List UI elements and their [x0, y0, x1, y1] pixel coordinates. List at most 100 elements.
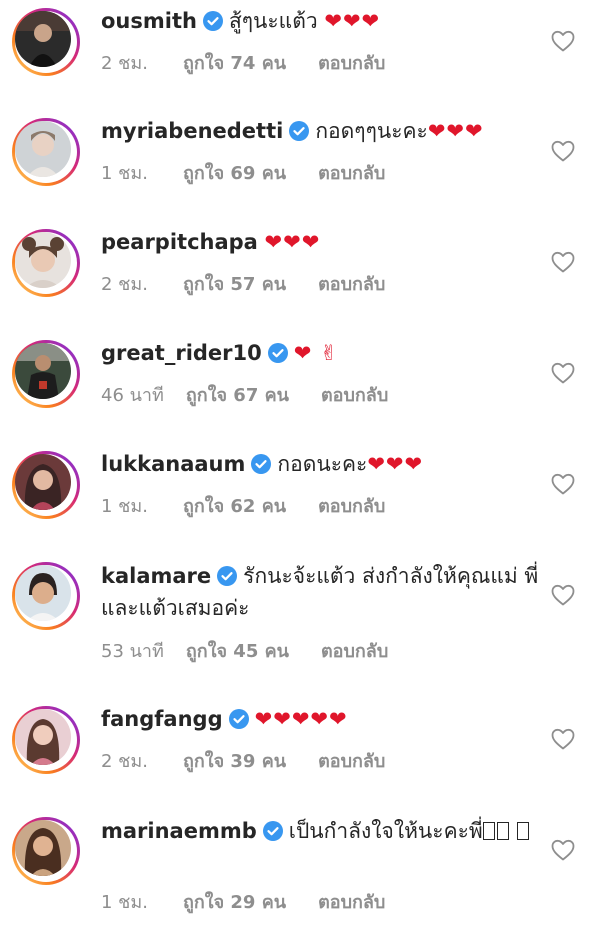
- avatar[interactable]: [15, 11, 71, 67]
- username[interactable]: myriabenedetti: [101, 119, 283, 143]
- story-ring[interactable]: [12, 706, 80, 774]
- story-ring[interactable]: [12, 817, 80, 885]
- heart-emoji: ❤❤❤: [367, 452, 424, 476]
- comment-line: kalamare รักนะจ้ะแต้ว ส่งกำลังให้คุณแม่ พ…: [101, 560, 541, 624]
- comment-line: great_rider10 ❤ ✌: [101, 338, 541, 368]
- heart-outline-icon[interactable]: [551, 728, 575, 750]
- like-count[interactable]: ถูกใจ 39 คน: [183, 746, 286, 775]
- story-ring[interactable]: [12, 8, 80, 76]
- reply-button[interactable]: ตอบกลับ: [318, 491, 385, 520]
- verified-badge-icon: [251, 454, 272, 474]
- like-count[interactable]: ถูกใจ 45 คน: [186, 636, 289, 665]
- reply-button[interactable]: ตอบกลับ: [318, 746, 385, 775]
- username[interactable]: kalamare: [101, 564, 211, 588]
- heart-outline-icon[interactable]: [551, 473, 575, 495]
- like-count[interactable]: ถูกใจ 57 คน: [183, 269, 286, 298]
- story-ring[interactable]: [12, 118, 80, 186]
- comment-line: pearpitchapa ❤❤❤: [101, 227, 541, 257]
- comment-item: pearpitchapa ❤❤❤ 2 ชม. ถูกใจ 57 คน ตอบกลับ: [0, 225, 600, 321]
- story-ring[interactable]: [12, 340, 80, 408]
- verified-badge-icon: [289, 121, 310, 141]
- comment-line: ousmith สู้ๆนะแต้ว ❤❤❤: [101, 6, 541, 36]
- heart-emoji: ❤❤❤: [427, 119, 484, 143]
- timestamp: 1 ชม.: [101, 163, 148, 184]
- comment-meta: 1 ชม. ถูกใจ 69 คน ตอบกลับ: [101, 158, 561, 187]
- verified-badge-icon: [262, 821, 283, 841]
- missing-glyph-icon: [517, 822, 530, 840]
- heart-outline-icon[interactable]: [551, 584, 575, 606]
- timestamp: 53 นาที: [101, 641, 164, 662]
- comment-line: lukkanaaum กอดนะคะ❤❤❤: [101, 449, 541, 479]
- username[interactable]: great_rider10: [101, 341, 262, 365]
- avatar[interactable]: [15, 121, 71, 177]
- reply-button[interactable]: ตอบกลับ: [321, 636, 388, 665]
- avatar[interactable]: [15, 565, 71, 621]
- timestamp: 2 ชม.: [101, 274, 148, 295]
- username[interactable]: lukkanaaum: [101, 452, 245, 476]
- reply-button[interactable]: ตอบกลับ: [318, 48, 385, 77]
- comment-text: กอดๆๆนะคะ: [315, 119, 428, 143]
- reply-button[interactable]: ตอบกลับ: [318, 269, 385, 298]
- verified-badge-icon: [228, 709, 249, 729]
- like-count[interactable]: ถูกใจ 74 คน: [183, 48, 286, 77]
- heart-outline-icon[interactable]: [551, 251, 575, 273]
- username[interactable]: marinaemmb: [101, 819, 257, 843]
- comment-meta: 2 ชม. ถูกใจ 74 คน ตอบกลับ: [101, 48, 561, 77]
- like-count[interactable]: ถูกใจ 62 คน: [183, 491, 286, 520]
- heart-outline-icon[interactable]: [551, 30, 575, 52]
- comment-item: myriabenedetti กอดๆๆนะคะ❤❤❤ 1 ชม. ถูกใจ 69…: [0, 114, 600, 210]
- like-count[interactable]: ถูกใจ 29 คน: [183, 887, 286, 916]
- reply-button[interactable]: ตอบกลับ: [318, 887, 385, 916]
- reply-button[interactable]: ตอบกลับ: [321, 380, 388, 409]
- comment-meta: 2 ชม. ถูกใจ 57 คน ตอบกลับ: [101, 269, 561, 298]
- verified-badge-icon: [217, 566, 238, 586]
- heart-emoji: ❤❤❤: [264, 230, 321, 254]
- missing-glyph-icon: [496, 822, 509, 840]
- avatar[interactable]: [15, 709, 71, 765]
- username[interactable]: pearpitchapa: [101, 230, 258, 254]
- story-ring[interactable]: [12, 562, 80, 630]
- timestamp: 1 ชม.: [101, 496, 148, 517]
- comment-item: great_rider10 ❤ ✌ 46 นาที ถูกใจ 67 คน ตอบกล…: [0, 336, 600, 432]
- timestamp: 2 ชม.: [101, 751, 148, 772]
- comment-item: lukkanaaum กอดนะคะ❤❤❤ 1 ชม. ถูกใจ 62 คน ตอบ…: [0, 447, 600, 543]
- heart-outline-icon[interactable]: [551, 140, 575, 162]
- username[interactable]: ousmith: [101, 9, 197, 33]
- avatar[interactable]: [15, 820, 71, 876]
- comment-line: marinaemmb เป็นกำลังใจให้นะคะพี่: [101, 815, 541, 847]
- comment-meta: 1 ชม. ถูกใจ 29 คน ตอบกลับ: [101, 887, 561, 916]
- comment-item: ousmith สู้ๆนะแต้ว ❤❤❤ 2 ชม. ถูกใจ 74 คน ตอ…: [0, 4, 600, 100]
- username[interactable]: fangfangg: [101, 707, 223, 731]
- timestamp: 46 นาที: [101, 385, 164, 406]
- missing-glyph-icon: [482, 822, 495, 840]
- reply-button[interactable]: ตอบกลับ: [318, 158, 385, 187]
- story-ring[interactable]: [12, 451, 80, 519]
- avatar[interactable]: [15, 232, 71, 288]
- comment-item: fangfangg ❤❤❤❤❤ 2 ชม. ถูกใจ 39 คน ตอบกลับ: [0, 702, 600, 798]
- avatar[interactable]: [15, 454, 71, 510]
- heart-emoji: ❤❤❤❤❤: [254, 707, 348, 731]
- comment-line: myriabenedetti กอดๆๆนะคะ❤❤❤: [101, 116, 541, 146]
- comment-meta: 2 ชม. ถูกใจ 39 คน ตอบกลับ: [101, 746, 561, 775]
- comment-item: kalamare รักนะจ้ะแต้ว ส่งกำลังให้คุณแม่ พ…: [0, 558, 600, 688]
- comment-meta: 1 ชม. ถูกใจ 62 คน ตอบกลับ: [101, 491, 561, 520]
- like-count[interactable]: ถูกใจ 69 คน: [183, 158, 286, 187]
- avatar[interactable]: [15, 343, 71, 399]
- story-ring[interactable]: [12, 229, 80, 297]
- heart-emoji: ❤ ✌: [293, 341, 339, 365]
- like-count[interactable]: ถูกใจ 67 คน: [186, 380, 289, 409]
- comment-meta: 46 นาที ถูกใจ 67 คน ตอบกลับ: [101, 380, 561, 409]
- heart-outline-icon[interactable]: [551, 839, 575, 861]
- timestamp: 1 ชม.: [101, 892, 148, 913]
- comment-text: สู้ๆนะแต้ว: [228, 9, 318, 33]
- comment-line: fangfangg ❤❤❤❤❤: [101, 704, 541, 734]
- heart-outline-icon[interactable]: [551, 362, 575, 384]
- comment-meta: 53 นาที ถูกใจ 45 คน ตอบกลับ: [101, 636, 561, 665]
- comment-text: เป็นกำลังใจให้นะคะพี่: [288, 819, 483, 843]
- verified-badge-icon: [267, 343, 288, 363]
- comment-item: marinaemmb เป็นกำลังใจให้นะคะพี่ 1 ชม. ถูก…: [0, 813, 600, 931]
- comment-text: กอดนะคะ: [277, 452, 368, 476]
- heart-emoji: ❤❤❤: [324, 9, 381, 33]
- timestamp: 2 ชม.: [101, 53, 148, 74]
- verified-badge-icon: [202, 11, 223, 31]
